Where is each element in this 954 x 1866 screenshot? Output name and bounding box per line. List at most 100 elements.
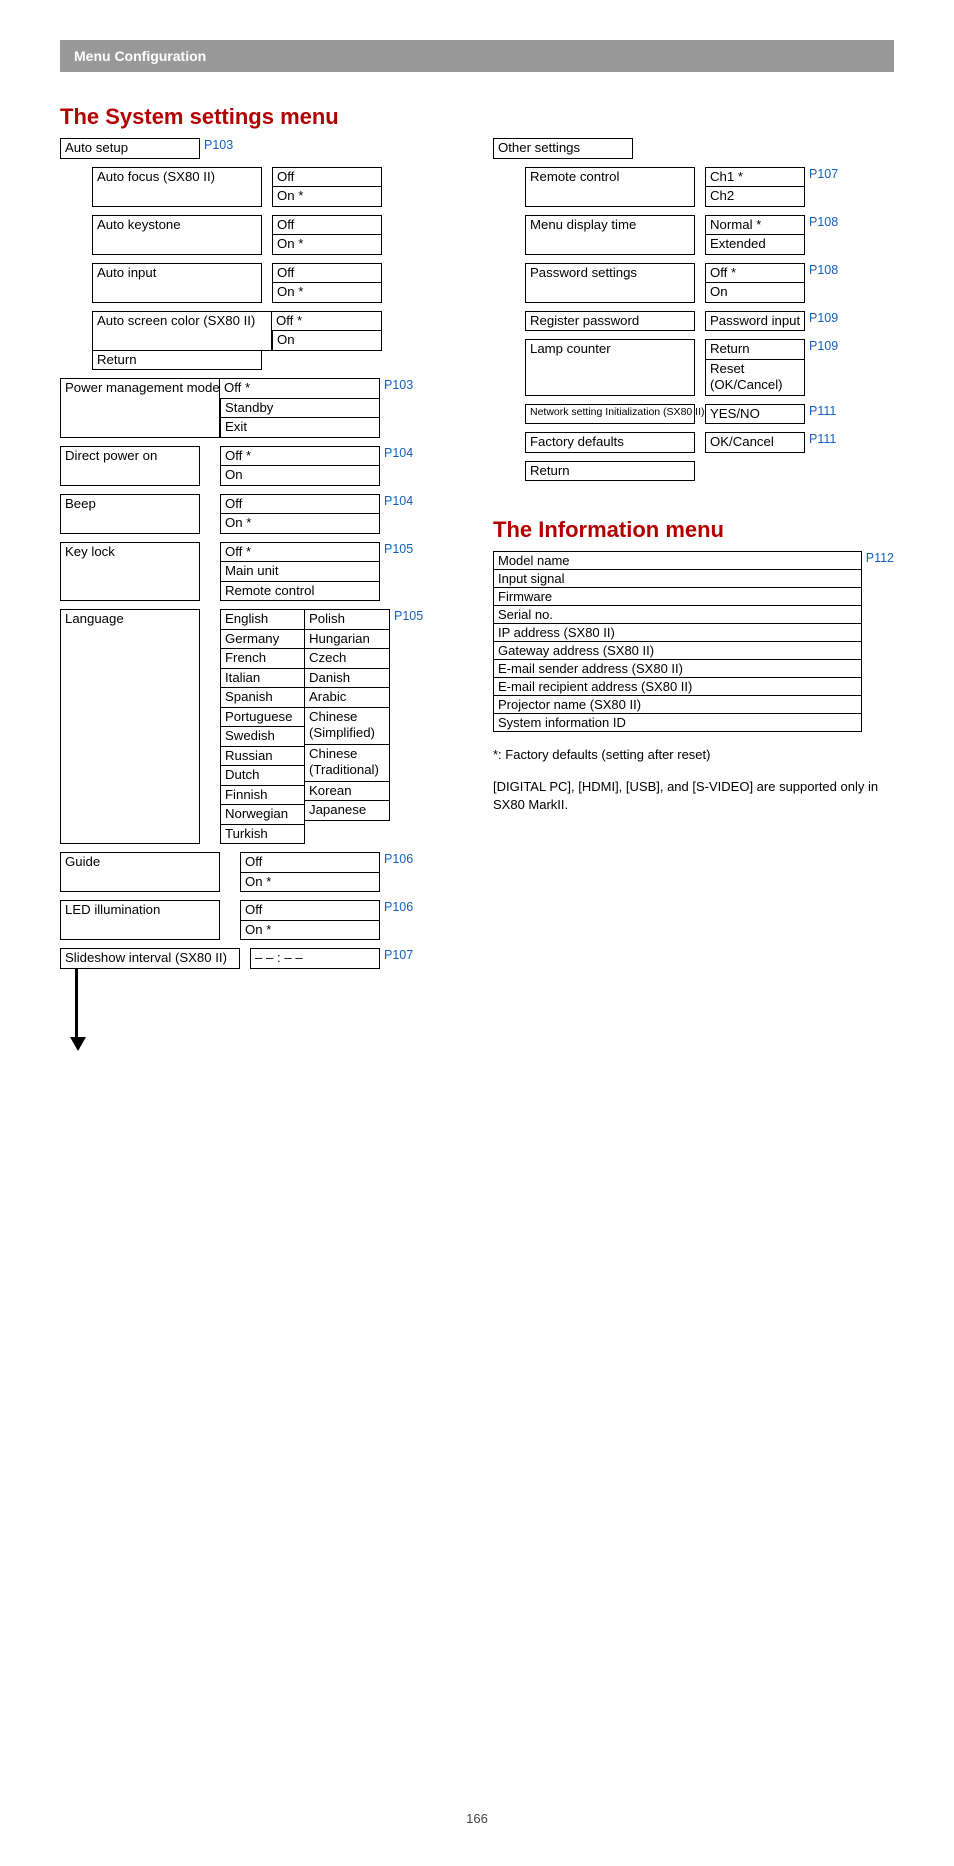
net-init-link[interactable]: P111 (805, 404, 836, 418)
menu-time-opt-1: Extended (705, 235, 805, 255)
breadcrumb-header: Menu Configuration (60, 40, 894, 72)
key-lock-opt-2: Remote control (220, 582, 380, 602)
led-link[interactable]: P106 (380, 900, 413, 914)
slideshow-link[interactable]: P107 (380, 948, 413, 962)
auto-input-opt-0: Off (272, 263, 382, 284)
menu-time-opt-0: Normal * (705, 215, 805, 236)
continuation-arrow-icon (70, 1037, 86, 1051)
power-mgmt-opt-0: Off * (220, 378, 380, 399)
remote-opt-1: Ch2 (705, 187, 805, 207)
power-mgmt-link[interactable]: P103 (380, 378, 413, 392)
register-pw-val: Password input (705, 311, 805, 332)
footnote-support: [DIGITAL PC], [HDMI], [USB], and [S-VIDE… (493, 778, 894, 814)
factory-link[interactable]: P111 (805, 432, 836, 446)
lang-opt: Finnish (220, 786, 305, 806)
lang-opt: Germany (220, 630, 305, 650)
lang-opt: Italian (220, 669, 305, 689)
key-lock-opt-0: Off * (220, 542, 380, 563)
guide-opt-0: Off (240, 852, 380, 873)
password-link[interactable]: P108 (805, 263, 838, 277)
info-row: Gateway address (SX80 II) (494, 642, 862, 660)
beep-link[interactable]: P104 (380, 494, 413, 508)
guide-opt-1: On * (240, 873, 380, 893)
remote-opt-0: Ch1 * (705, 167, 805, 188)
auto-setup-label: Auto setup (60, 138, 200, 159)
auto-screen-color-label: Auto screen color (SX80 II) (92, 311, 272, 351)
guide-link[interactable]: P106 (380, 852, 413, 866)
left-column: Auto setup P103 Auto focus (SX80 II) Off… (60, 138, 461, 1051)
lang-opt: Chinese (Traditional) (305, 745, 390, 782)
key-lock-opt-1: Main unit (220, 562, 380, 582)
auto-keystone-opt-1: On * (272, 235, 382, 255)
direct-power-link[interactable]: P104 (380, 446, 413, 460)
lang-opt: French (220, 649, 305, 669)
key-lock-link[interactable]: P105 (380, 542, 413, 556)
info-row: Serial no. (494, 606, 862, 624)
right-column: Other settings Remote control Ch1 * Ch2 … (493, 138, 894, 1051)
password-opt-0: Off * (705, 263, 805, 284)
power-mgmt-opt-2: Exit (220, 418, 380, 438)
lamp-link[interactable]: P109 (805, 339, 838, 353)
auto-input-label: Auto input (92, 263, 262, 303)
factory-label: Factory defaults (525, 432, 695, 453)
auto-setup-return: Return (92, 351, 262, 371)
power-mgmt-label: Power management mode (60, 378, 220, 438)
section-heading-information: The Information menu (493, 517, 894, 543)
lamp-label: Lamp counter (525, 339, 695, 396)
remote-link[interactable]: P107 (805, 167, 838, 181)
menu-time-label: Menu display time (525, 215, 695, 255)
lang-opt: Turkish (220, 825, 305, 845)
net-init-label: Network setting Initialization (SX80 II) (525, 404, 695, 425)
auto-focus-opt-0: Off (272, 167, 382, 188)
lang-opt: Korean (305, 782, 390, 802)
page-number: 166 (60, 1811, 894, 1826)
info-link[interactable]: P112 (862, 551, 894, 565)
password-label: Password settings (525, 263, 695, 303)
language-link[interactable]: P105 (390, 609, 423, 623)
led-opt-1: On * (240, 921, 380, 941)
key-lock-label: Key lock (60, 542, 200, 602)
lang-opt: Japanese (305, 801, 390, 821)
auto-focus-label: Auto focus (SX80 II) (92, 167, 262, 207)
power-mgmt-opt-1: Standby (220, 399, 380, 419)
net-init-val: YES/NO (705, 404, 805, 425)
info-row: Input signal (494, 570, 862, 588)
information-table: Model name Input signal Firmware Serial … (493, 551, 862, 732)
auto-screen-color-opt-0: Off * (272, 311, 382, 332)
language-col2: Polish Hungarian Czech Danish Arabic Chi… (305, 609, 390, 844)
menu-time-link[interactable]: P108 (805, 215, 838, 229)
slideshow-val: – – : – – (250, 948, 380, 969)
footnote-defaults: *: Factory defaults (setting after reset… (493, 746, 894, 764)
led-opt-0: Off (240, 900, 380, 921)
register-pw-label: Register password (525, 311, 695, 332)
slideshow-label: Slideshow interval (SX80 II) (60, 948, 240, 969)
lang-opt: Hungarian (305, 630, 390, 650)
other-settings-label: Other settings (493, 138, 633, 159)
register-pw-link[interactable]: P109 (805, 311, 838, 325)
direct-power-opt-1: On (220, 466, 380, 486)
lamp-opt-1: Reset (OK/Cancel) (705, 360, 805, 396)
info-row: Projector name (SX80 II) (494, 696, 862, 714)
factory-val: OK/Cancel (705, 432, 805, 453)
direct-power-label: Direct power on (60, 446, 200, 486)
language-label: Language (60, 609, 200, 844)
auto-focus-opt-1: On * (272, 187, 382, 207)
auto-keystone-opt-0: Off (272, 215, 382, 236)
beep-opt-0: Off (220, 494, 380, 515)
lang-opt: Dutch (220, 766, 305, 786)
direct-power-opt-0: Off * (220, 446, 380, 467)
lang-opt: Arabic (305, 688, 390, 708)
auto-setup-link[interactable]: P103 (200, 138, 233, 152)
lang-opt: Norwegian (220, 805, 305, 825)
auto-input-opt-1: On * (272, 283, 382, 303)
lang-opt: Portuguese (220, 708, 305, 728)
lang-opt: Polish (305, 609, 390, 630)
info-row: E-mail sender address (SX80 II) (494, 660, 862, 678)
lang-opt: English (220, 609, 305, 630)
info-row: IP address (SX80 II) (494, 624, 862, 642)
guide-label: Guide (60, 852, 220, 892)
other-return: Return (525, 461, 695, 482)
lamp-opt-0: Return (705, 339, 805, 360)
auto-screen-color-opt-1: On (272, 331, 382, 351)
lang-opt: Chinese (Simplified) (305, 708, 390, 745)
